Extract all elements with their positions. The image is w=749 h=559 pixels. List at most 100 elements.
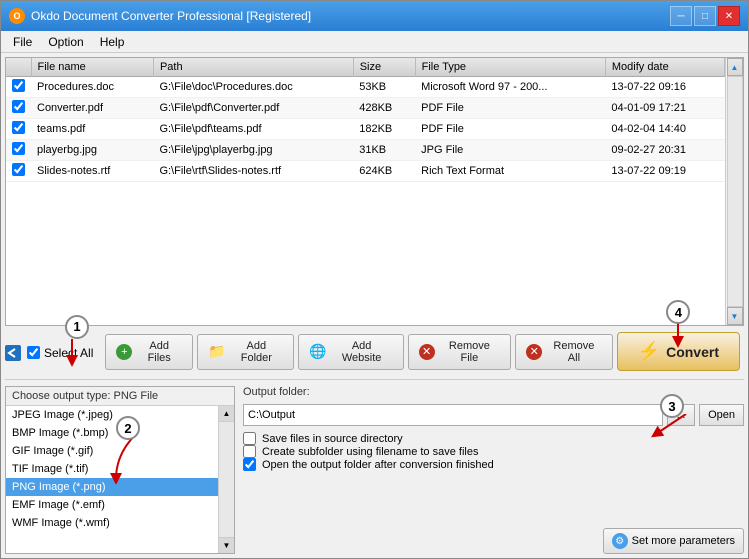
- row-date: 04-02-04 14:40: [605, 119, 724, 140]
- scroll-up-button[interactable]: ▲: [727, 58, 743, 76]
- output-option-label: Save files in source directory: [262, 433, 403, 445]
- add-files-button[interactable]: + Add Files: [105, 334, 193, 370]
- col-path: Path: [153, 58, 353, 77]
- output-type-header: Choose output type: PNG File: [6, 387, 234, 406]
- remove-file-label: Remove File: [439, 340, 501, 364]
- add-folder-label: Add Folder: [230, 340, 284, 364]
- output-option-checkbox[interactable]: [243, 445, 256, 458]
- main-content: File name Path Size File Type Modify dat…: [1, 53, 748, 558]
- table-row[interactable]: Slides-notes.rtf G:\File\rtf\Slides-note…: [6, 161, 725, 182]
- add-folder-icon: 📁: [208, 343, 225, 360]
- list-scroll-up[interactable]: ▲: [219, 406, 234, 422]
- arrow-3: [646, 414, 696, 444]
- row-path: G:\File\pdf\teams.pdf: [153, 119, 353, 140]
- remove-file-button[interactable]: ✕ Remove File: [408, 334, 512, 370]
- output-option-checkbox[interactable]: [243, 432, 256, 445]
- app-icon: O: [9, 8, 25, 24]
- output-type-panel: Choose output type: PNG File 2 JPEG Imag…: [5, 386, 235, 554]
- gear-icon: ⚙: [612, 533, 628, 549]
- menu-file[interactable]: File: [5, 33, 40, 51]
- table-row[interactable]: Procedures.doc G:\File\doc\Procedures.do…: [6, 77, 725, 98]
- add-files-icon: +: [116, 344, 132, 360]
- output-option-label: Create subfolder using filename to save …: [262, 446, 478, 458]
- menu-bar: File Option Help: [1, 31, 748, 53]
- set-more-params-button[interactable]: ⚙ Set more parameters: [603, 528, 744, 554]
- scroll-down-button[interactable]: ▼: [727, 307, 743, 325]
- col-filetype: File Type: [415, 58, 605, 77]
- row-checkbox-cell[interactable]: [6, 119, 31, 140]
- output-option-row: Open the output folder after conversion …: [243, 458, 744, 471]
- add-website-button[interactable]: 🌐 Add Website: [298, 334, 403, 370]
- convert-icon: ⚡: [638, 341, 660, 362]
- back-icon: [5, 345, 21, 361]
- list-scroll-down[interactable]: ▼: [219, 537, 234, 553]
- folder-path-row: 3 ... Open: [243, 404, 744, 426]
- close-button[interactable]: ✕: [718, 6, 740, 26]
- add-files-label: Add Files: [136, 340, 182, 364]
- minimize-button[interactable]: ─: [670, 6, 692, 26]
- remove-file-icon: ✕: [419, 344, 435, 360]
- row-filename: Converter.pdf: [31, 98, 153, 119]
- col-filename: File name: [31, 58, 153, 77]
- row-path: G:\File\doc\Procedures.doc: [153, 77, 353, 98]
- row-checkbox-cell[interactable]: [6, 140, 31, 161]
- row-path: G:\File\pdf\Converter.pdf: [153, 98, 353, 119]
- output-folder-panel: Output folder: 3 ... Open Save files in …: [243, 386, 744, 554]
- table-row[interactable]: Converter.pdf G:\File\pdf\Converter.pdf …: [6, 98, 725, 119]
- row-filetype: Microsoft Word 97 - 200...: [415, 77, 605, 98]
- table-scrollbar: ▲ ▼: [725, 58, 743, 325]
- table-row[interactable]: teams.pdf G:\File\pdf\teams.pdf 182KB PD…: [6, 119, 725, 140]
- list-scroll-track[interactable]: [219, 422, 234, 537]
- window-title: Okdo Document Converter Professional [Re…: [31, 9, 670, 23]
- row-size: 53KB: [353, 77, 415, 98]
- remove-all-button[interactable]: ✕ Remove All: [515, 334, 612, 370]
- remove-all-label: Remove All: [546, 340, 602, 364]
- select-all-checkbox[interactable]: [27, 346, 40, 359]
- row-date: 09-02-27 20:31: [605, 140, 724, 161]
- row-checkbox[interactable]: [12, 79, 25, 92]
- row-filename: teams.pdf: [31, 119, 153, 140]
- row-checkbox-cell[interactable]: [6, 98, 31, 119]
- row-checkbox[interactable]: [12, 121, 25, 134]
- annotation-1: 1: [65, 315, 89, 339]
- format-item[interactable]: WMF Image (*.wmf): [6, 514, 234, 532]
- row-path: G:\File\jpg\playerbg.jpg: [153, 140, 353, 161]
- output-option-row: Create subfolder using filename to save …: [243, 445, 744, 458]
- annotation-2: 2: [116, 416, 140, 440]
- title-controls: ─ □ ✕: [670, 6, 740, 26]
- row-filename: Procedures.doc: [31, 77, 153, 98]
- row-checkbox-cell[interactable]: [6, 161, 31, 182]
- maximize-button[interactable]: □: [694, 6, 716, 26]
- remove-all-icon: ✕: [526, 344, 542, 360]
- row-date: 04-01-09 17:21: [605, 98, 724, 119]
- col-date: Modify date: [605, 58, 724, 77]
- annotation-4: 4: [666, 300, 690, 324]
- add-folder-button[interactable]: 📁 Add Folder: [197, 334, 294, 370]
- row-checkbox[interactable]: [12, 163, 25, 176]
- output-option-checkbox[interactable]: [243, 458, 256, 471]
- row-checkbox[interactable]: [12, 142, 25, 155]
- row-checkbox[interactable]: [12, 100, 25, 113]
- scroll-track[interactable]: [727, 76, 743, 307]
- arrow-4: [663, 322, 693, 350]
- output-folder-label: Output folder:: [243, 386, 310, 398]
- open-folder-button[interactable]: Open: [699, 404, 744, 426]
- row-filetype: PDF File: [415, 98, 605, 119]
- col-size: Size: [353, 58, 415, 77]
- folder-path-input[interactable]: [243, 404, 663, 426]
- output-option-label: Open the output folder after conversion …: [262, 459, 494, 471]
- row-date: 13-07-22 09:19: [605, 161, 724, 182]
- format-item[interactable]: EMF Image (*.emf): [6, 496, 234, 514]
- table-row[interactable]: playerbg.jpg G:\File\jpg\playerbg.jpg 31…: [6, 140, 725, 161]
- menu-option[interactable]: Option: [40, 33, 91, 51]
- arrow-1: [57, 339, 87, 369]
- toolbar: + Add Files 📁 Add Folder 🌐 Add Website ✕…: [101, 330, 744, 375]
- menu-help[interactable]: Help: [92, 33, 133, 51]
- row-size: 624KB: [353, 161, 415, 182]
- row-filename: Slides-notes.rtf: [31, 161, 153, 182]
- row-checkbox-cell[interactable]: [6, 77, 31, 98]
- row-filetype: PDF File: [415, 119, 605, 140]
- title-bar: O Okdo Document Converter Professional […: [1, 1, 748, 31]
- row-path: G:\File\rtf\Slides-notes.rtf: [153, 161, 353, 182]
- set-more-params-label: Set more parameters: [632, 535, 735, 547]
